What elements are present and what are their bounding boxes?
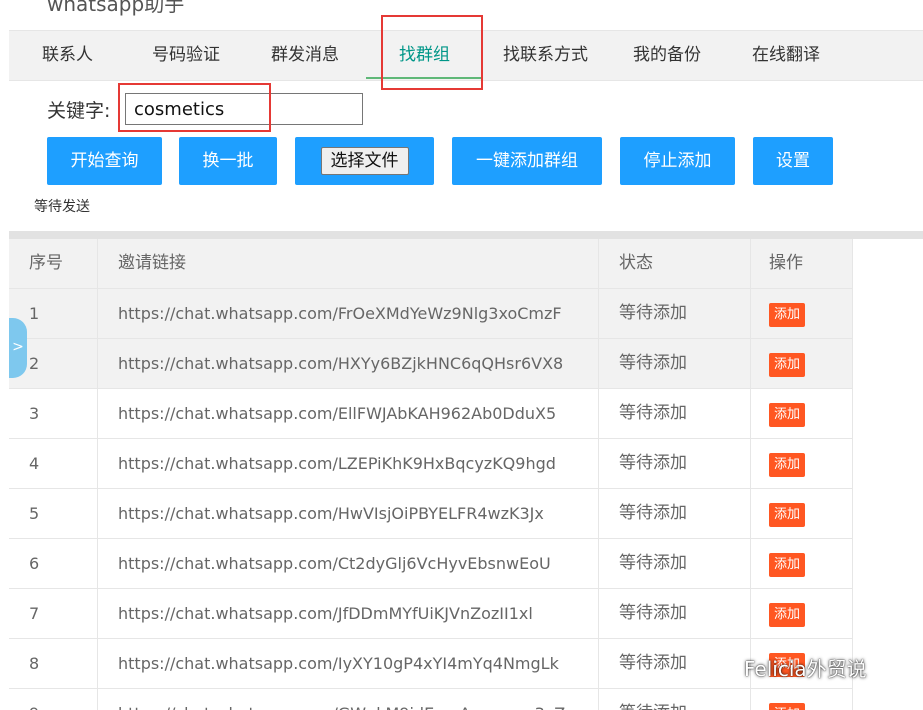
invite-link[interactable]: https://chat.whatsapp.com/GWpkM9idEmaAvp… xyxy=(98,689,599,710)
table-header-row: 序号 邀请链接 状态 操作 xyxy=(9,239,853,289)
row-action-cell: 添加 xyxy=(751,439,853,488)
row-action-cell: 添加 xyxy=(751,589,853,638)
invite-link[interactable]: https://chat.whatsapp.com/Ct2dyGlj6VcHyv… xyxy=(98,539,599,588)
add-group-button[interactable]: 添加 xyxy=(769,602,806,627)
tab-contacts[interactable]: 联系人 xyxy=(42,31,93,80)
row-action-cell: 添加 xyxy=(751,489,853,538)
table-row: 7 https://chat.whatsapp.com/JfDDmMYfUiKJ… xyxy=(9,589,853,639)
row-index: 5 xyxy=(9,489,98,538)
row-status: 等待添加 xyxy=(599,489,751,538)
invite-link[interactable]: https://chat.whatsapp.com/IyXY10gP4xYI4m… xyxy=(98,639,599,688)
row-index: 6 xyxy=(9,539,98,588)
highlight-box-keyword xyxy=(118,83,271,132)
side-expand-toggle[interactable]: > xyxy=(9,318,27,378)
wechat-icon xyxy=(712,656,740,685)
file-picker-area: 选择文件 xyxy=(295,137,434,185)
invite-link[interactable]: https://chat.whatsapp.com/EllFWJAbKAH962… xyxy=(98,389,599,438)
table-row: 3 https://chat.whatsapp.com/EllFWJAbKAH9… xyxy=(9,389,853,439)
send-status-text: 等待发送 xyxy=(34,199,90,215)
row-status: 等待添加 xyxy=(599,539,751,588)
section-divider xyxy=(9,231,923,239)
table-row: 4 https://chat.whatsapp.com/LZEPiKhK9HxB… xyxy=(9,439,853,489)
row-action-cell: 添加 xyxy=(751,289,853,338)
table-row: 2 https://chat.whatsapp.com/HXYy6BZjkHNC… xyxy=(9,339,853,389)
row-index: 3 xyxy=(9,389,98,438)
settings-button[interactable]: 设置 xyxy=(753,137,833,185)
add-group-button[interactable]: 添加 xyxy=(769,352,806,377)
row-action-cell: 添加 xyxy=(751,389,853,438)
add-group-button[interactable]: 添加 xyxy=(769,452,806,477)
row-status: 等待添加 xyxy=(599,339,751,388)
row-status: 等待添加 xyxy=(599,439,751,488)
app-title: whatsapp助手 xyxy=(47,0,185,16)
add-group-button[interactable]: 添加 xyxy=(769,302,806,327)
start-query-button[interactable]: 开始查询 xyxy=(47,137,162,185)
watermark-text: Felicia外贸说 xyxy=(744,657,867,681)
tab-my-backup[interactable]: 我的备份 xyxy=(633,31,701,80)
row-status: 等待添加 xyxy=(599,589,751,638)
row-action-cell: 添加 xyxy=(751,689,853,710)
row-index: 4 xyxy=(9,439,98,488)
header-status: 状态 xyxy=(599,239,751,288)
choose-file-button[interactable]: 选择文件 xyxy=(320,147,409,175)
tab-find-contacts[interactable]: 找联系方式 xyxy=(503,31,588,80)
invite-link[interactable]: https://chat.whatsapp.com/HXYy6BZjkHNC6q… xyxy=(98,339,599,388)
add-group-button[interactable]: 添加 xyxy=(769,552,806,577)
groups-table: 序号 邀请链接 状态 操作 1 https://chat.whatsapp.co… xyxy=(9,239,853,710)
header-invite-link: 邀请链接 xyxy=(98,239,599,288)
header-index: 序号 xyxy=(9,239,98,288)
stop-adding-button[interactable]: 停止添加 xyxy=(620,137,735,185)
watermark: Felicia外贸说 xyxy=(712,653,867,685)
tab-bulk-message[interactable]: 群发消息 xyxy=(271,31,339,80)
invite-link[interactable]: https://chat.whatsapp.com/HwVIsjOiPBYELF… xyxy=(98,489,599,538)
highlight-box-tab xyxy=(381,15,483,90)
row-index: 9 xyxy=(9,689,98,710)
row-action-cell: 添加 xyxy=(751,339,853,388)
row-index: 7 xyxy=(9,589,98,638)
add-all-groups-button[interactable]: 一键添加群组 xyxy=(452,137,602,185)
next-batch-button[interactable]: 换一批 xyxy=(179,137,277,185)
row-index: 8 xyxy=(9,639,98,688)
add-group-button[interactable]: 添加 xyxy=(769,502,806,527)
invite-link[interactable]: https://chat.whatsapp.com/JfDDmMYfUiKJVn… xyxy=(98,589,599,638)
add-group-button[interactable]: 添加 xyxy=(769,402,806,427)
row-status: 等待添加 xyxy=(599,389,751,438)
invite-link[interactable]: https://chat.whatsapp.com/FrOeXMdYeWz9Nl… xyxy=(98,289,599,338)
row-action-cell: 添加 xyxy=(751,539,853,588)
keyword-label: 关键字: xyxy=(47,100,111,122)
table-row: 9 https://chat.whatsapp.com/GWpkM9idEmaA… xyxy=(9,689,853,710)
tab-number-verify[interactable]: 号码验证 xyxy=(152,31,220,80)
add-group-button[interactable]: 添加 xyxy=(769,702,806,710)
invite-link[interactable]: https://chat.whatsapp.com/LZEPiKhK9HxBqc… xyxy=(98,439,599,488)
table-row: 6 https://chat.whatsapp.com/Ct2dyGlj6VcH… xyxy=(9,539,853,589)
app-window: whatsapp助手 联系人 号码验证 群发消息 找群组 找联系方式 我的备份 … xyxy=(0,0,923,710)
table-row: 5 https://chat.whatsapp.com/HwVIsjOiPBYE… xyxy=(9,489,853,539)
row-status: 等待添加 xyxy=(599,689,751,710)
table-row: 1 https://chat.whatsapp.com/FrOeXMdYeWz9… xyxy=(9,289,853,339)
header-action: 操作 xyxy=(751,239,853,288)
row-status: 等待添加 xyxy=(599,289,751,338)
tab-online-translate[interactable]: 在线翻译 xyxy=(752,31,820,80)
